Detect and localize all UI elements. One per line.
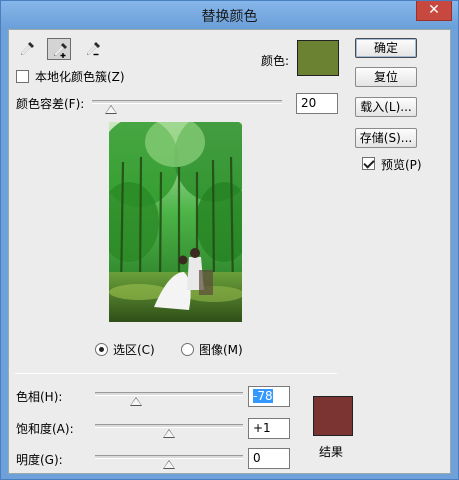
ok-button[interactable]: 确定 — [355, 38, 417, 58]
lightness-label: 明度(G): — [16, 453, 63, 467]
reset-button[interactable]: 复位 — [355, 67, 417, 87]
hue-value: -78 — [253, 389, 273, 403]
preview-checkbox[interactable] — [362, 157, 375, 170]
window-title: 替换颜色 — [201, 9, 258, 25]
load-button[interactable]: 载入(L)... — [355, 97, 417, 117]
eyedropper-minus-tool[interactable] — [81, 38, 105, 60]
lightness-slider-track[interactable] — [95, 455, 243, 459]
replace-color-dialog: 替换颜色 ✕ 颜色: 本地化颜色簇(Z) 颜色容差(F): 20 选区(C) 图… — [0, 0, 459, 480]
image-view-label: 图像(M) — [199, 343, 243, 357]
eyedropper-icon — [21, 42, 34, 55]
fuzziness-label: 颜色容差(F): — [16, 97, 85, 111]
hue-slider-thumb[interactable] — [130, 397, 143, 406]
image-view-radio[interactable] — [181, 343, 194, 356]
forest-photo — [109, 122, 242, 322]
selection-color-swatch[interactable] — [297, 40, 339, 76]
eyedropper-plus-tool[interactable] — [47, 38, 71, 60]
close-button[interactable]: ✕ — [416, 1, 452, 21]
result-label: 结果 — [319, 445, 344, 459]
lightness-slider-thumb[interactable] — [163, 460, 175, 469]
color-label: 颜色: — [261, 54, 290, 68]
result-color-swatch[interactable] — [313, 396, 353, 436]
fuzziness-slider-track[interactable] — [92, 100, 282, 104]
saturation-slider-thumb[interactable] — [163, 429, 175, 438]
saturation-slider-track[interactable] — [95, 424, 243, 428]
localized-color-clusters-checkbox[interactable] — [16, 70, 29, 83]
hue-label: 色相(H): — [16, 390, 63, 404]
title-bar[interactable]: 替换颜色 ✕ — [1, 1, 458, 29]
localized-color-clusters-label: 本地化颜色簇(Z) — [35, 70, 125, 84]
hue-input[interactable]: -78 — [248, 386, 290, 407]
save-button[interactable]: 存储(S)... — [355, 128, 417, 148]
eyedropper-plus-icon — [54, 43, 67, 58]
saturation-input[interactable]: +1 — [248, 418, 290, 439]
selection-view-radio[interactable] — [95, 343, 108, 356]
section-divider — [15, 373, 337, 374]
lightness-input[interactable]: 0 — [248, 448, 290, 469]
fuzziness-slider-thumb[interactable] — [105, 105, 117, 114]
fuzziness-input[interactable]: 20 — [296, 93, 338, 114]
selection-preview-image — [109, 122, 242, 322]
saturation-label: 饱和度(A): — [16, 422, 74, 436]
eyedropper-minus-icon — [87, 42, 100, 56]
preview-label: 预览(P) — [381, 158, 422, 172]
dialog-content: 颜色: 本地化颜色簇(Z) 颜色容差(F): 20 选区(C) 图像(M) 色相… — [8, 29, 451, 474]
selection-view-label: 选区(C) — [113, 343, 155, 357]
hue-slider-track[interactable] — [95, 392, 243, 396]
eyedropper-tool[interactable] — [15, 38, 39, 60]
